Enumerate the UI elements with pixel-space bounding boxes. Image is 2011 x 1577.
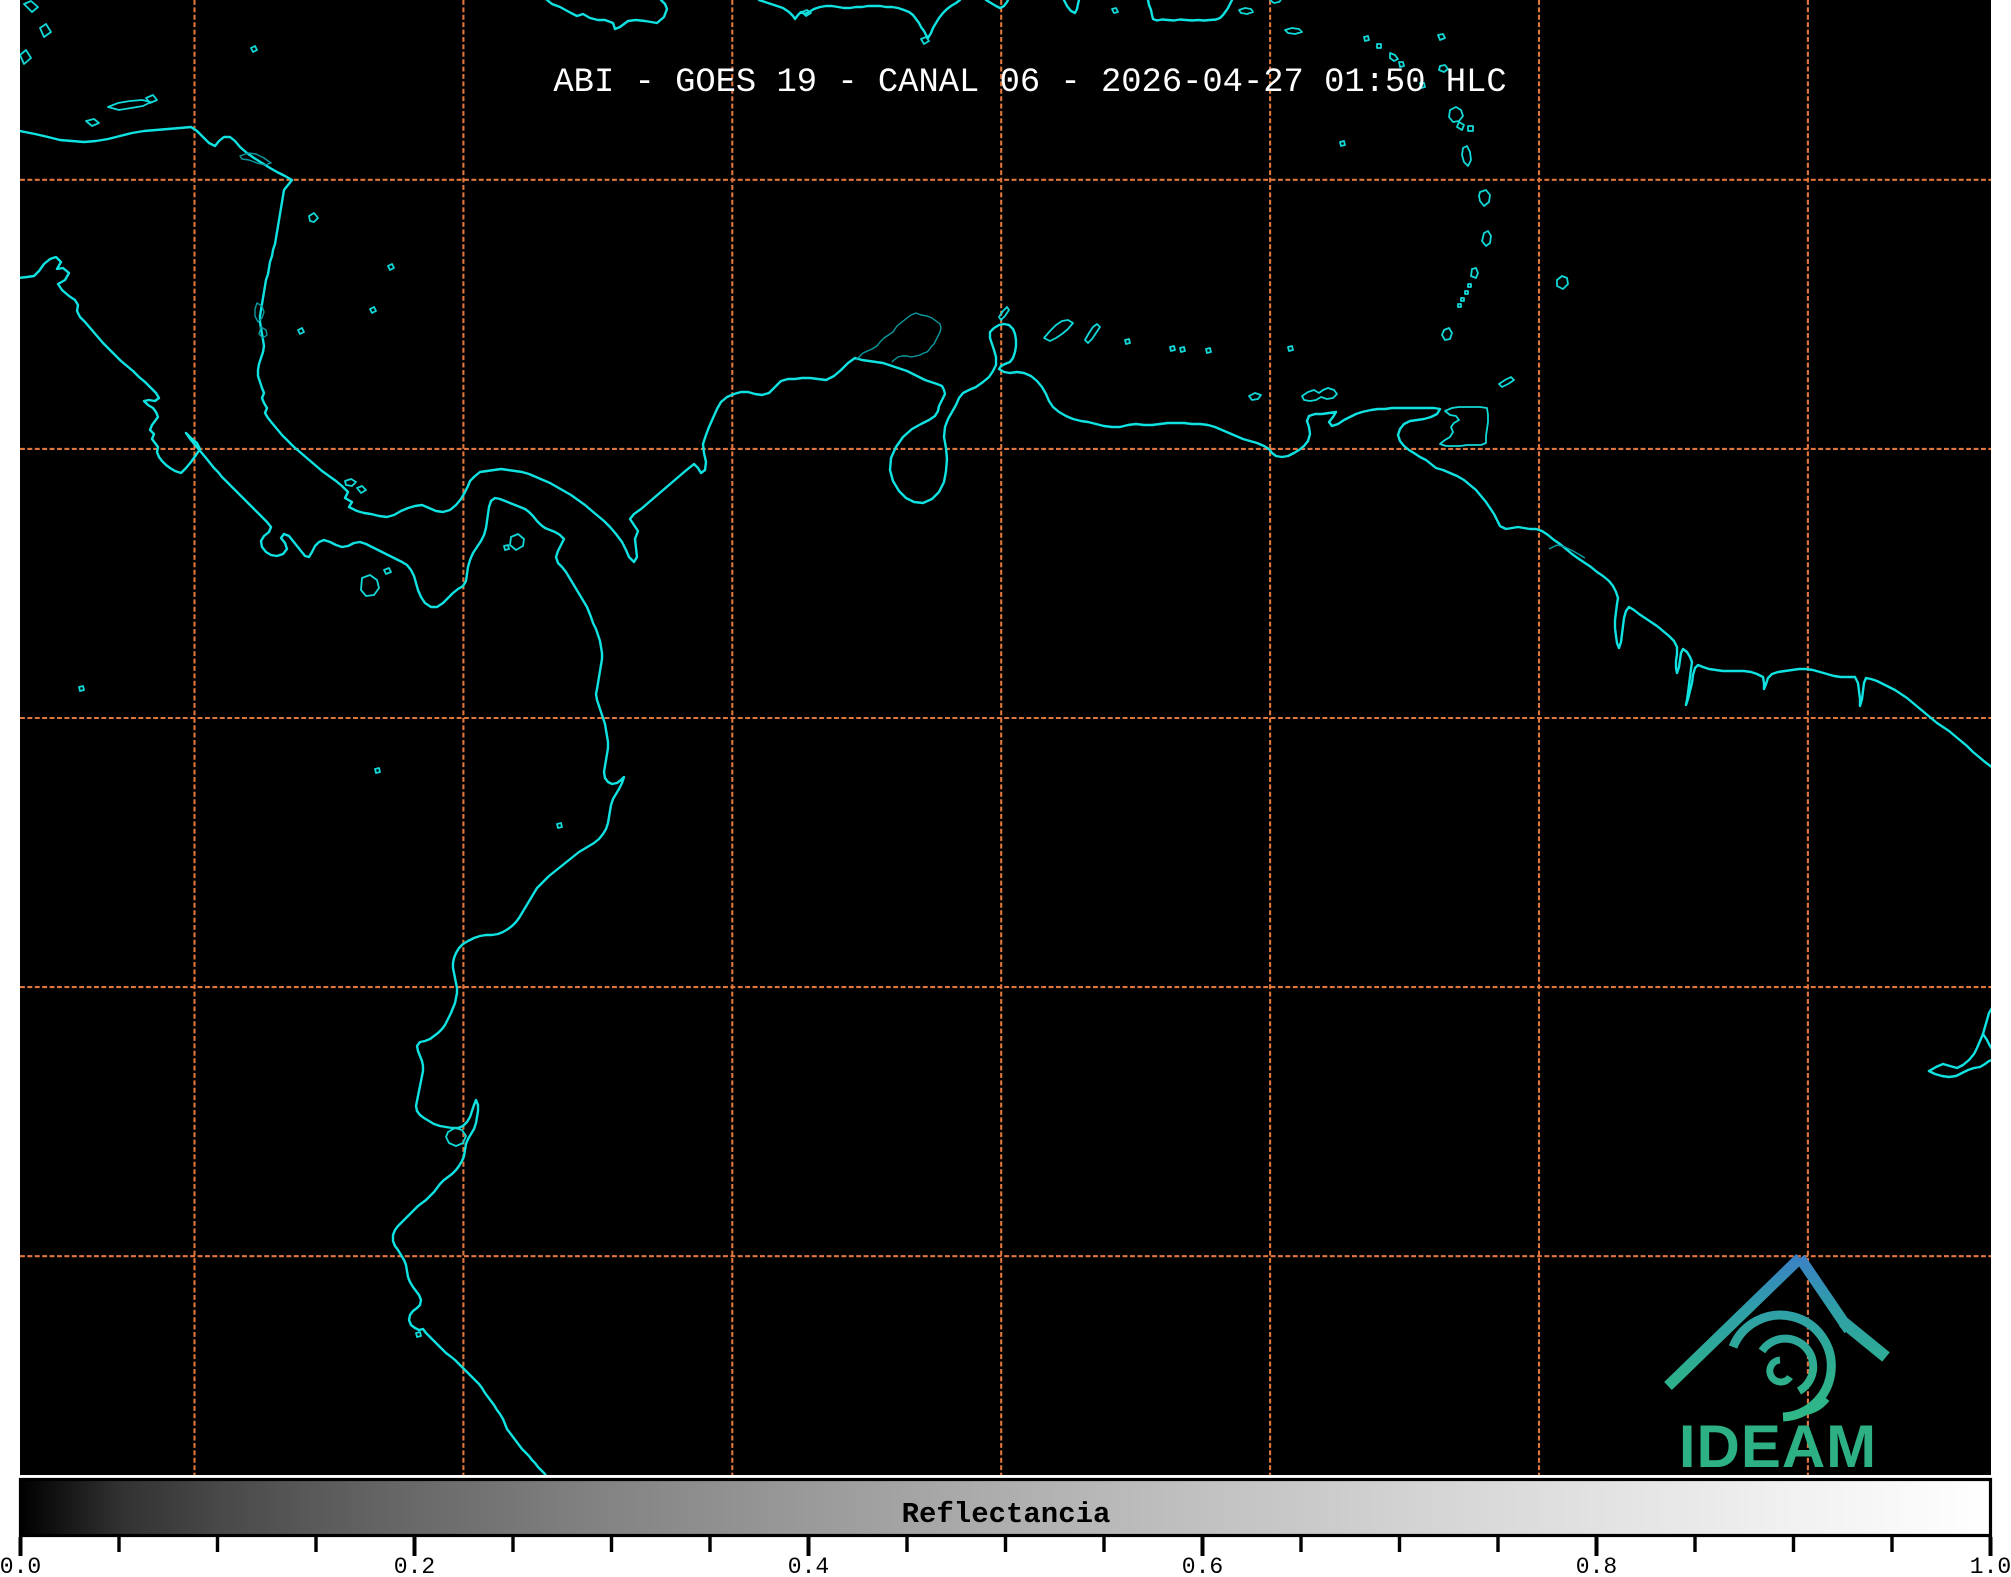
svg-text:IDEAM: IDEAM xyxy=(1679,1413,1877,1480)
svg-text:0.4: 0.4 xyxy=(788,1554,829,1577)
svg-text:0.6: 0.6 xyxy=(1182,1554,1223,1577)
svg-text:0.0: 0.0 xyxy=(0,1554,41,1577)
svg-text:0.2: 0.2 xyxy=(394,1554,435,1577)
svg-text:ABI - GOES 19 - CANAL 06 - 202: ABI - GOES 19 - CANAL 06 - 2026-04-27 01… xyxy=(553,64,1506,102)
svg-text:0.8: 0.8 xyxy=(1576,1554,1617,1577)
svg-text:1.0: 1.0 xyxy=(1970,1554,2011,1577)
svg-text:Reflectancia: Reflectancia xyxy=(902,1498,1111,1531)
